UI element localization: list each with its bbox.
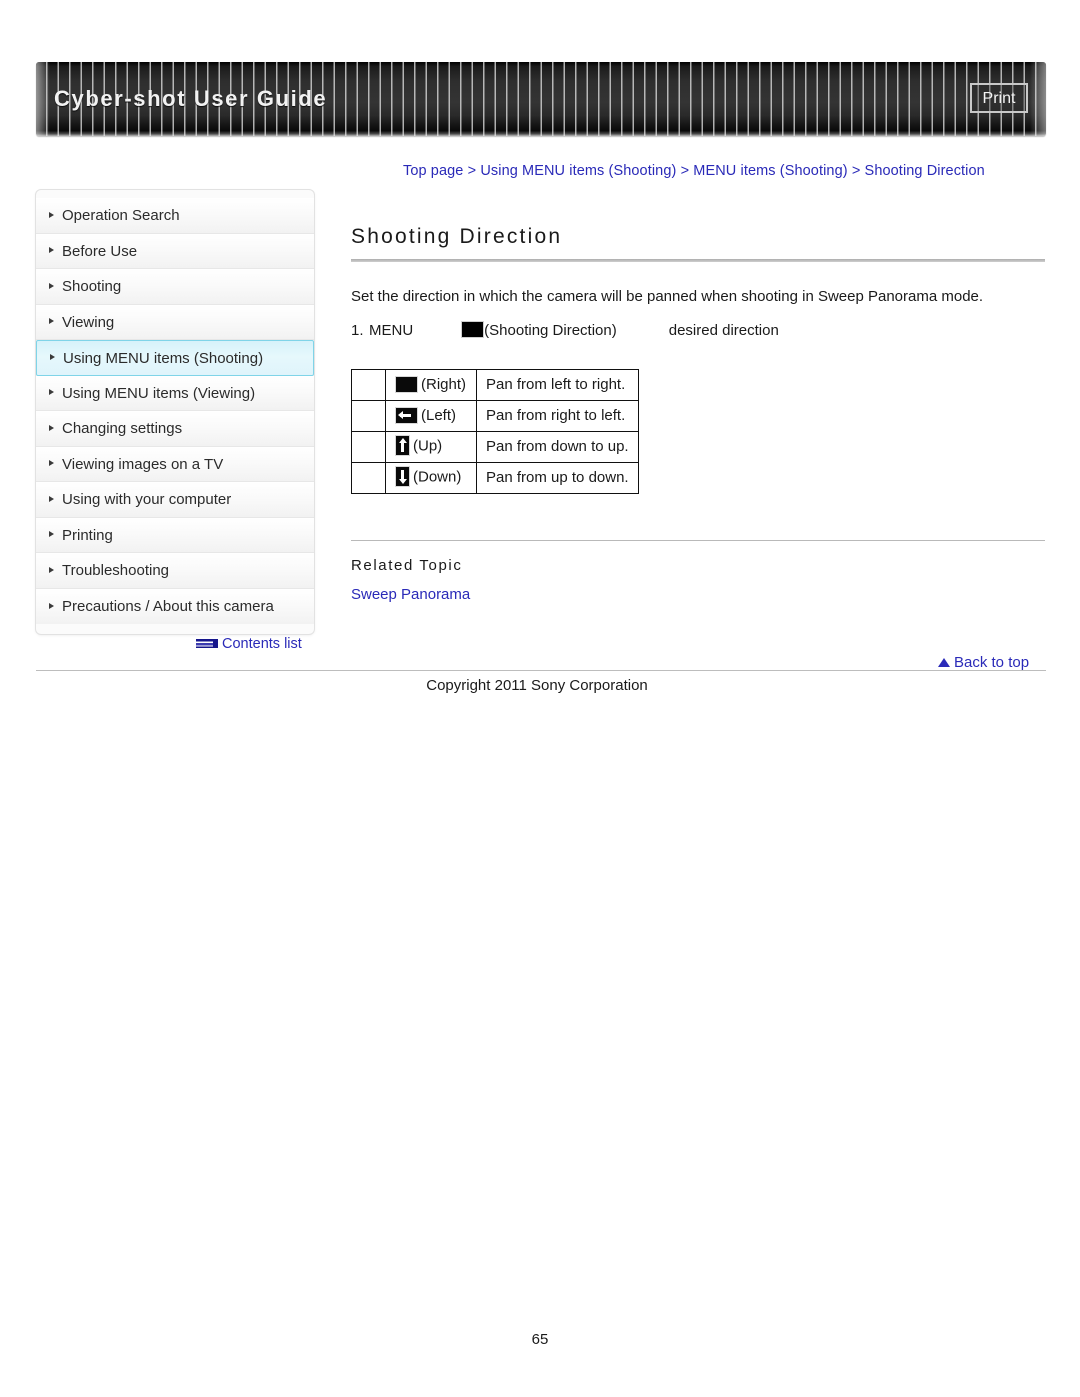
table-row: (Left) Pan from right to left. — [351, 399, 639, 432]
arrow-left-icon — [395, 406, 418, 424]
triangle-bullet-icon — [49, 389, 54, 396]
triangle-bullet-icon — [49, 460, 54, 467]
triangle-bullet-icon — [49, 602, 54, 609]
sidebar-item-viewing[interactable]: Viewing — [36, 304, 314, 340]
sidebar-item-changing-settings[interactable]: Changing settings — [36, 411, 314, 447]
page-number: 65 — [531, 1331, 549, 1348]
intro-paragraph: Set the direction in which the camera wi… — [351, 288, 984, 305]
triangle-up-icon — [938, 657, 950, 667]
sidebar-item-label: Using MENU items (Viewing) — [62, 384, 256, 402]
footer-divider — [36, 670, 1046, 671]
sidebar-item-label: Viewing — [62, 313, 115, 331]
sidebar-item-label: Using with your computer — [62, 491, 232, 508]
title-divider — [351, 259, 1045, 262]
arrow-down-icon — [395, 466, 410, 488]
site-title: Cyber-shot User Guide — [54, 86, 328, 111]
contents-list-icon — [196, 638, 218, 648]
table-option-cell: (Left) — [384, 399, 478, 432]
triangle-bullet-icon — [49, 211, 54, 218]
table-description-cell: Pan from right to left. — [476, 399, 639, 432]
breadcrumb: Top page > Using MENU items (Shooting) >… — [403, 163, 1048, 179]
table-description-cell: Pan from up to down. — [476, 461, 639, 494]
sidebar-item-viewing-images-on-a-tv[interactable]: Viewing images on a TV — [36, 446, 314, 482]
sidebar-item-label: Shooting — [62, 278, 122, 295]
sidebar-item-printing[interactable]: Printing — [36, 517, 314, 553]
table-spacer-cell — [351, 399, 386, 432]
back-to-top-label: Back to top — [954, 654, 1030, 671]
breadcrumb-item-top-page[interactable]: Top page — [403, 163, 463, 179]
sidebar-item-operation-search[interactable]: Operation Search — [36, 198, 314, 234]
table-option-label: (Left) — [421, 406, 457, 424]
table-row: (Up) Pan from down to up. — [351, 430, 639, 463]
table-description-cell: Pan from left to right. — [476, 368, 639, 401]
triangle-bullet-icon — [50, 354, 55, 361]
back-to-top-link[interactable]: Back to top — [938, 654, 1029, 671]
sidebar-item-label: Viewing images on a TV — [62, 455, 224, 473]
breadcrumb-separator: > — [680, 163, 690, 179]
step-number: 1. — [351, 321, 364, 339]
breadcrumb-item-menu-items-shooting[interactable]: MENU items (Shooting) — [693, 163, 847, 179]
sidebar-item-using-with-your-computer[interactable]: Using with your computer — [36, 482, 314, 518]
table-row: (Down) Pan from up to down. — [351, 461, 639, 494]
shooting-direction-table: (Right) Pan from left to right. (Left) P… — [351, 368, 639, 494]
related-topic-heading: Related Topic — [351, 556, 463, 574]
table-description-cell: Pan from down to up. — [476, 430, 639, 463]
sidebar-item-shooting[interactable]: Shooting — [36, 269, 314, 305]
table-option-label: (Down) — [413, 468, 462, 486]
triangle-bullet-icon — [49, 424, 54, 431]
site-header-banner: Cyber-shot User Guide Print — [36, 62, 1046, 136]
contents-list-link[interactable]: Contents list — [196, 636, 302, 652]
table-option-cell: (Right) — [384, 368, 478, 401]
page-title: Shooting Direction — [351, 225, 563, 248]
menu-square-icon — [461, 320, 485, 338]
breadcrumb-separator: > — [851, 163, 861, 179]
step-instruction-row: 1. MENU (Shooting Direction) desired dir… — [351, 320, 1046, 339]
sidebar-item-before-use[interactable]: Before Use — [36, 233, 314, 269]
sidebar-item-label: Precautions / About this camera — [62, 597, 274, 615]
step-menu-label: MENU — [369, 321, 414, 339]
table-option-label: (Right) — [421, 375, 467, 393]
sidebar-item-label: Before Use — [62, 242, 138, 260]
sidebar-item-troubleshooting[interactable]: Troubleshooting — [36, 553, 314, 589]
copyright-text: Copyright 2011 Sony Corporation — [426, 677, 648, 694]
table-spacer-cell — [351, 461, 386, 494]
sidebar-item-label: Using MENU items (Shooting) — [63, 350, 264, 367]
main-content: Shooting Direction Set the direction in … — [351, 225, 1046, 604]
breadcrumb-item-using-menu-items-shooting[interactable]: Using MENU items (Shooting) — [480, 163, 676, 179]
sidebar-item-using-menu-items-shooting[interactable]: Using MENU items (Shooting) — [36, 340, 314, 376]
table-row: (Right) Pan from left to right. — [351, 368, 639, 401]
step-target-label: (Shooting Direction) — [484, 321, 617, 339]
sidebar-item-precautions-about-this-camera[interactable]: Precautions / About this camera — [36, 588, 314, 624]
sidebar-item-label: Changing settings — [62, 420, 183, 437]
table-spacer-cell — [351, 430, 386, 463]
triangle-bullet-icon — [49, 247, 54, 254]
table-option-label: (Up) — [413, 437, 443, 455]
breadcrumb-item-shooting-direction[interactable]: Shooting Direction — [865, 163, 985, 179]
triangle-bullet-icon — [49, 318, 54, 325]
sidebar-item-label: Operation Search — [62, 207, 180, 224]
print-button[interactable]: Print — [970, 83, 1028, 113]
triangle-bullet-icon — [49, 495, 54, 502]
related-topic-divider — [351, 539, 1045, 541]
triangle-bullet-icon — [49, 282, 54, 289]
sidebar-item-label: Troubleshooting — [62, 562, 170, 579]
sidebar-item-using-menu-items-viewing[interactable]: Using MENU items (Viewing) — [36, 375, 314, 411]
sidebar-item-label: Printing — [62, 526, 113, 544]
contents-list-label: Contents list — [222, 636, 302, 653]
triangle-bullet-icon — [49, 531, 54, 538]
breadcrumb-separator: > — [467, 163, 477, 179]
arrow-right-icon — [395, 375, 418, 393]
table-option-cell: (Up) — [384, 430, 478, 463]
sidebar-navigation: Operation Search Before Use Shooting Vie… — [36, 190, 314, 634]
table-option-cell: (Down) — [384, 461, 478, 494]
table-spacer-cell — [351, 368, 386, 401]
arrow-up-icon — [395, 435, 410, 457]
step-action-label: desired direction — [668, 321, 779, 339]
related-topic-link-sweep-panorama[interactable]: Sweep Panorama — [351, 586, 470, 603]
triangle-bullet-icon — [49, 566, 54, 573]
